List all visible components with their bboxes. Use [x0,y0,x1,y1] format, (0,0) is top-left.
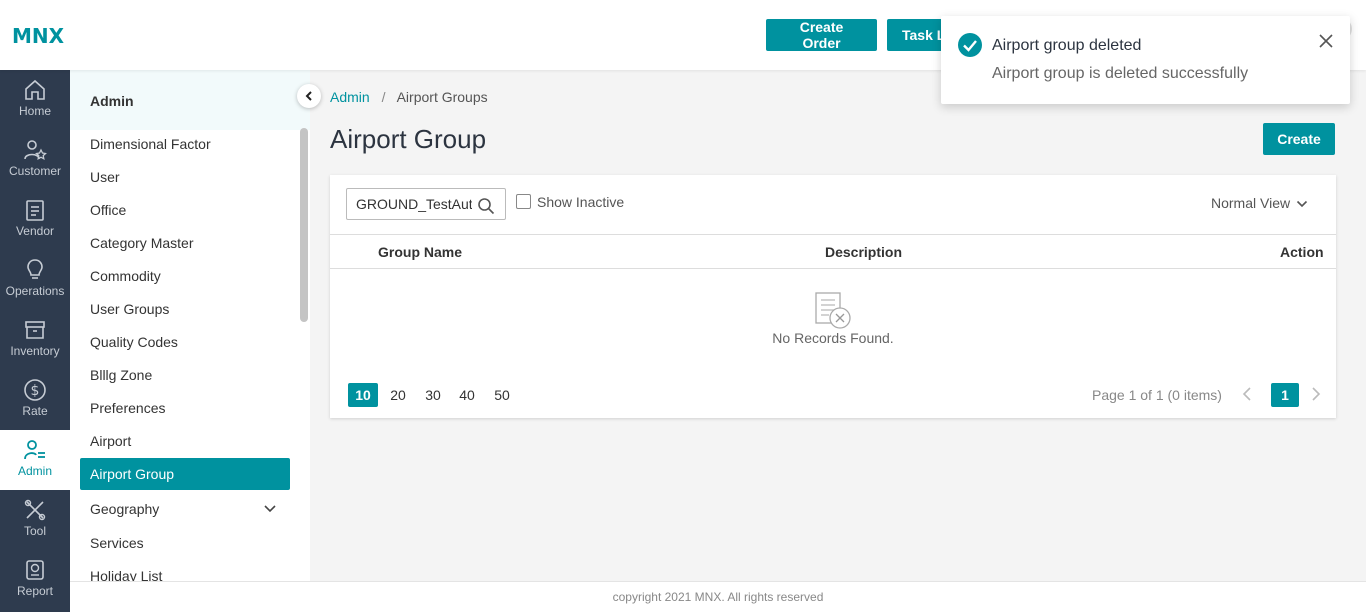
svg-text:$: $ [31,383,40,399]
nav-item-report[interactable]: Report [0,550,70,610]
vendor-icon [26,200,44,221]
sidebar-item-label: Airport Group [90,466,175,482]
check-circle-icon [958,33,982,57]
toast-title: Airport group deleted [992,37,1142,54]
sidebar-item-dimensional-factor[interactable]: Dimensional Factor [90,136,211,152]
table-header: Group Name Description Action [330,234,1336,269]
nav-label: Vendor [15,224,55,238]
copyright-text: copyright 2021 MNX. All rights reserved [612,590,824,604]
nav-label: Report [16,584,54,598]
nav-item-tool[interactable]: Tool [0,490,70,550]
column-header-description[interactable]: Description [825,244,902,260]
chevron-left-icon [305,91,312,101]
chevron-left-icon[interactable] [1241,386,1253,402]
search-input[interactable] [356,196,472,212]
sidebar-header: Admin [70,70,310,130]
show-inactive-label: Show Inactive [537,194,625,210]
page-size-40[interactable]: 40 [452,383,482,407]
nav-item-customer[interactable]: Customer [0,130,70,190]
nav-label: Operations [5,284,65,298]
sidebar-item-services[interactable]: Services [90,535,144,551]
chevron-down-icon [1297,201,1308,208]
nav-item-rate[interactable]: $ Rate [0,370,70,430]
nav-item-vendor[interactable]: Vendor [0,190,70,250]
inventory-icon [25,321,45,339]
nav-label: Inventory [10,344,60,358]
sidebar-item-preferences[interactable]: Preferences [90,400,165,416]
lightbulb-icon [27,259,43,279]
chevron-right-icon[interactable] [1310,386,1322,402]
breadcrumb-separator: / [381,89,386,105]
sidebar-item-quality-codes[interactable]: Quality Codes [90,334,178,350]
nav-label: Home [18,104,51,118]
view-select-label: Normal View [1211,195,1291,211]
breadcrumb: Admin / Airport Groups [330,89,488,105]
create-button[interactable]: Create [1263,123,1335,155]
nav-label: Rate [22,404,48,418]
empty-message: No Records Found. [772,330,894,346]
column-header-group-name[interactable]: Group Name [378,244,462,260]
dollar-icon: $ [24,379,46,401]
search-box [346,188,506,220]
column-header-action: Action [1280,244,1324,260]
admin-sidebar: Admin Dimensional Factor User Office Cat… [70,70,310,584]
show-inactive-checkbox[interactable] [516,194,531,209]
view-select[interactable]: Normal View [1211,195,1308,211]
pagination-info: Page 1 of 1 (0 items) [1092,387,1222,403]
search-icon[interactable] [477,197,495,215]
chevron-down-icon[interactable] [263,504,277,514]
airport-group-grid: Show Inactive Normal View Group Name Des… [330,175,1336,418]
page-size-10[interactable]: 10 [348,383,378,407]
page-title: Airport Group [330,124,487,154]
page-size-30[interactable]: 30 [418,383,448,407]
sidebar-collapse-button[interactable] [297,84,321,108]
nav-item-home[interactable]: Home [0,70,70,130]
sidebar-item-user-groups[interactable]: User Groups [90,301,169,317]
nav-label: Tool [23,524,46,538]
sidebar-item-airport[interactable]: Airport [90,433,131,449]
page-size-50[interactable]: 50 [487,383,517,407]
success-toast: Airport group deleted Airport group is d… [941,16,1350,104]
sidebar-item-office[interactable]: Office [90,202,126,218]
page-size-20[interactable]: 20 [383,383,413,407]
sidebar-item-geography[interactable]: Geography [90,501,159,517]
home-icon [25,79,45,100]
nav-label: Customer [8,164,61,178]
toast-message: Airport group is deleted successfully [992,65,1249,82]
nav-label: Admin [17,464,52,478]
sidebar-item-billing-zone[interactable]: Blllg Zone [90,367,152,383]
breadcrumb-current: Airport Groups [396,89,488,105]
sidebar-item-airport-group[interactable]: Airport Group [80,458,290,490]
app-logo[interactable]: MNX [12,24,64,48]
customer-icon [24,140,47,161]
primary-nav: Home Customer Vendor Operations Inventor… [0,70,70,612]
tools-icon [24,499,46,521]
show-inactive-toggle: Show Inactive [516,194,624,210]
sidebar-item-category-master[interactable]: Category Master [90,235,193,251]
no-records-icon [815,292,851,329]
close-icon[interactable] [1318,33,1334,49]
sidebar-scrollbar[interactable] [300,128,308,322]
sidebar-title: Admin [90,93,134,109]
nav-item-operations[interactable]: Operations [0,250,70,310]
breadcrumb-admin-link[interactable]: Admin [330,89,370,105]
footer: copyright 2021 MNX. All rights reserved [70,581,1366,612]
create-order-button[interactable]: Create Order [766,19,877,51]
sidebar-item-commodity[interactable]: Commodity [90,268,161,284]
admin-icon [24,440,45,460]
page-number-1[interactable]: 1 [1271,383,1299,407]
report-icon [26,560,44,580]
nav-item-admin[interactable]: Admin [0,430,70,490]
nav-item-inventory[interactable]: Inventory [0,310,70,370]
sidebar-item-user[interactable]: User [90,169,120,185]
